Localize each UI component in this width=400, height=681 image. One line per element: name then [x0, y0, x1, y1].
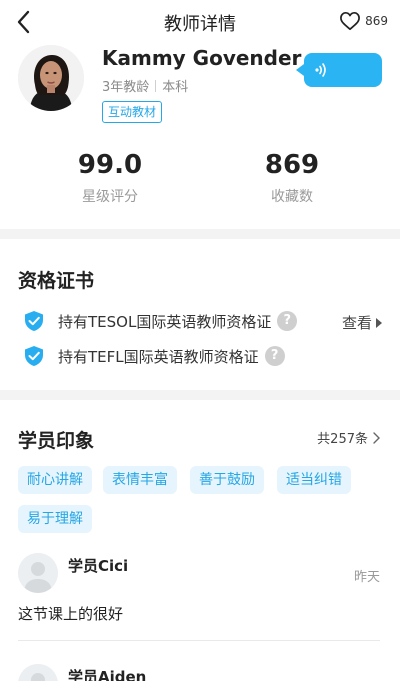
- degree: 本科: [162, 80, 189, 95]
- favorite-count: 869: [365, 14, 388, 28]
- view-label: 查看: [341, 314, 372, 332]
- rating-stat: 99.0 星级评分: [40, 150, 180, 206]
- favorites-stat: 869 收藏数: [222, 150, 362, 206]
- favorites-value: 869: [264, 150, 320, 180]
- reviewer-name: 学员Aiden: [68, 668, 147, 681]
- triangle-right-icon: [376, 317, 382, 328]
- review-text: 这节课上的很好: [18, 605, 124, 623]
- chevron-right-icon: [373, 431, 380, 444]
- voice-intro-button[interactable]: [296, 53, 382, 87]
- top-bar: 教师详情 869: [0, 0, 400, 44]
- teaching-years: 3年教龄: [102, 80, 150, 95]
- meta-divider: [155, 79, 157, 92]
- help-icon[interactable]: ?: [277, 311, 298, 331]
- favorite-button[interactable]: 869: [339, 11, 388, 31]
- section-divider: [0, 390, 400, 400]
- teacher-meta: 3年教龄 本科: [102, 76, 188, 95]
- avatar: [18, 664, 58, 681]
- sound-wave-icon: [315, 63, 326, 77]
- review-time: 昨天: [353, 570, 380, 585]
- impression-chip[interactable]: 耐心讲解: [18, 466, 92, 494]
- impressions-title: 学员印象: [18, 430, 95, 452]
- certificate-item: 持有TEFL国际英语教师资格证 ?: [24, 345, 285, 367]
- favorites-label: 收藏数: [271, 189, 313, 205]
- teacher-avatar: [18, 45, 84, 111]
- section-divider: [0, 229, 400, 239]
- certificate-item: 持有TESOL国际英语教师资格证 ?: [24, 310, 298, 332]
- heart-icon: [340, 11, 361, 31]
- help-icon[interactable]: ?: [264, 346, 285, 366]
- rating-value: 99.0: [77, 150, 143, 180]
- impression-chip[interactable]: 易于理解: [18, 505, 92, 533]
- rating-label: 星级评分: [82, 189, 138, 205]
- certificate-text: 持有TESOL国际英语教师资格证: [58, 312, 272, 331]
- impression-chip[interactable]: 适当纠错: [277, 466, 351, 494]
- teacher-tag: 互动教材: [102, 101, 163, 123]
- shield-check-icon: [25, 311, 43, 331]
- review-divider: [18, 640, 380, 641]
- teacher-name: Kammy Govender: [102, 46, 302, 70]
- certificate-text: 持有TEFL国际英语教师资格证: [58, 347, 259, 366]
- certificates-title: 资格证书: [18, 270, 95, 292]
- reviewer-name: 学员Cici: [68, 557, 129, 575]
- impression-chip[interactable]: 表情丰富: [103, 466, 177, 494]
- reviews-total: 共257条: [317, 432, 368, 447]
- impression-chip[interactable]: 善于鼓励: [190, 466, 264, 494]
- reviews-total-link[interactable]: 共257条: [317, 428, 382, 447]
- shield-check-icon: [25, 346, 43, 366]
- avatar: [18, 553, 58, 593]
- view-certificates-link[interactable]: 查看: [342, 312, 382, 333]
